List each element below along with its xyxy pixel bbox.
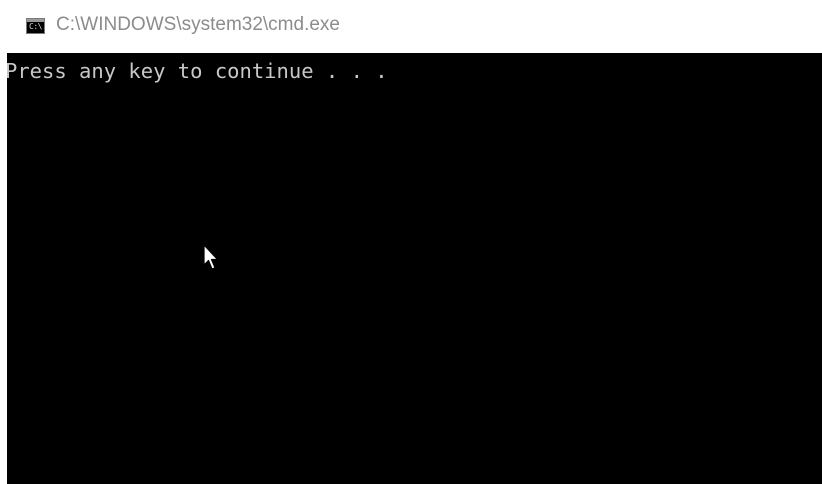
cmd-icon-glyph: C:\.	[29, 22, 45, 31]
console-output-line: Press any key to continue . . .	[7, 59, 388, 83]
title-bar[interactable]: C:\. C:\WINDOWS\system32\cmd.exe	[0, 0, 822, 52]
cmd-window: C:\. C:\WINDOWS\system32\cmd.exe Press a…	[0, 0, 822, 484]
console-area[interactable]: Press any key to continue . . .	[7, 53, 822, 484]
cmd-icon[interactable]: C:\.	[26, 18, 45, 34]
window-title: C:\WINDOWS\system32\cmd.exe	[56, 14, 340, 35]
mouse-pointer-arrow-icon	[203, 244, 219, 270]
